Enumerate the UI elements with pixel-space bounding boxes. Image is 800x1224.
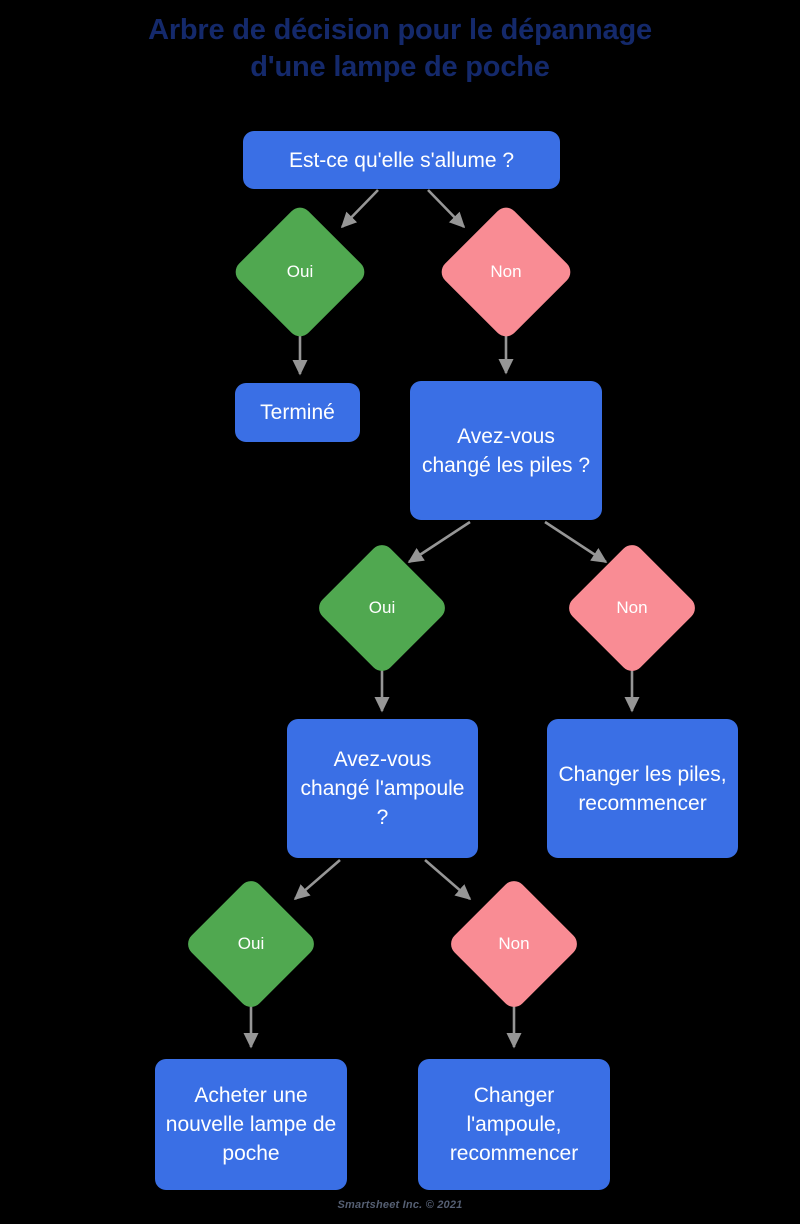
node-decision-q1-no[interactable]: Non <box>436 202 576 342</box>
node-label: Terminé <box>260 401 335 424</box>
node-decision-q2-yes[interactable]: Oui <box>314 540 450 676</box>
node-label: Est-ce qu'elle s'allume ? <box>288 148 515 172</box>
page-title-line-1: Arbre de décision pour le dépannage <box>148 14 652 46</box>
footer-copyright: Smartsheet Inc. © 2021 <box>337 1199 463 1211</box>
node-decision-q2-no[interactable]: Non <box>564 540 700 676</box>
node-decision-q1-yes[interactable]: Oui <box>230 202 370 342</box>
node-decision-q3-yes[interactable]: Oui <box>183 876 319 1012</box>
page-title-line-2: d'une lampe de poche <box>250 51 550 83</box>
node-label: Non <box>616 598 648 617</box>
node-question-does-it-turn-on[interactable]: Est-ce qu'elle s'allume ? <box>243 131 560 189</box>
node-label: Oui <box>368 598 396 617</box>
node-outcome-done[interactable]: Terminé <box>235 383 360 442</box>
node-label: Non <box>498 934 530 953</box>
node-outcome-change-batteries[interactable]: Changer les piles, recommencer <box>547 719 738 858</box>
node-outcome-change-bulb[interactable]: Changer l'ampoule, recommencer <box>418 1059 610 1190</box>
node-outcome-buy-new-flashlight[interactable]: Acheter une nouvelle lampe de poche <box>155 1059 347 1190</box>
node-label: Non <box>490 262 522 281</box>
page-title: Arbre de décision pour le dépannage d'un… <box>40 12 760 86</box>
node-label: Changer l'ampoule, recommencer <box>449 1084 579 1165</box>
node-question-batteries-changed[interactable]: Avez-vous changé les piles ? <box>410 381 602 520</box>
node-question-bulb-changed[interactable]: Avez-vous changé l'ampoule ? <box>287 719 478 858</box>
node-label: Oui <box>237 934 265 953</box>
node-label: Avez-vous changé l'ampoule ? <box>300 748 465 829</box>
node-label: Changer les piles, recommencer <box>558 762 727 815</box>
diagram-canvas: Arbre de décision pour le dépannage d'un… <box>0 0 800 1224</box>
node-decision-q3-no[interactable]: Non <box>446 876 582 1012</box>
node-label: Oui <box>286 262 314 281</box>
node-label: Avez-vous changé les piles ? <box>421 424 591 477</box>
node-label: Acheter une nouvelle lampe de poche <box>165 1084 337 1165</box>
